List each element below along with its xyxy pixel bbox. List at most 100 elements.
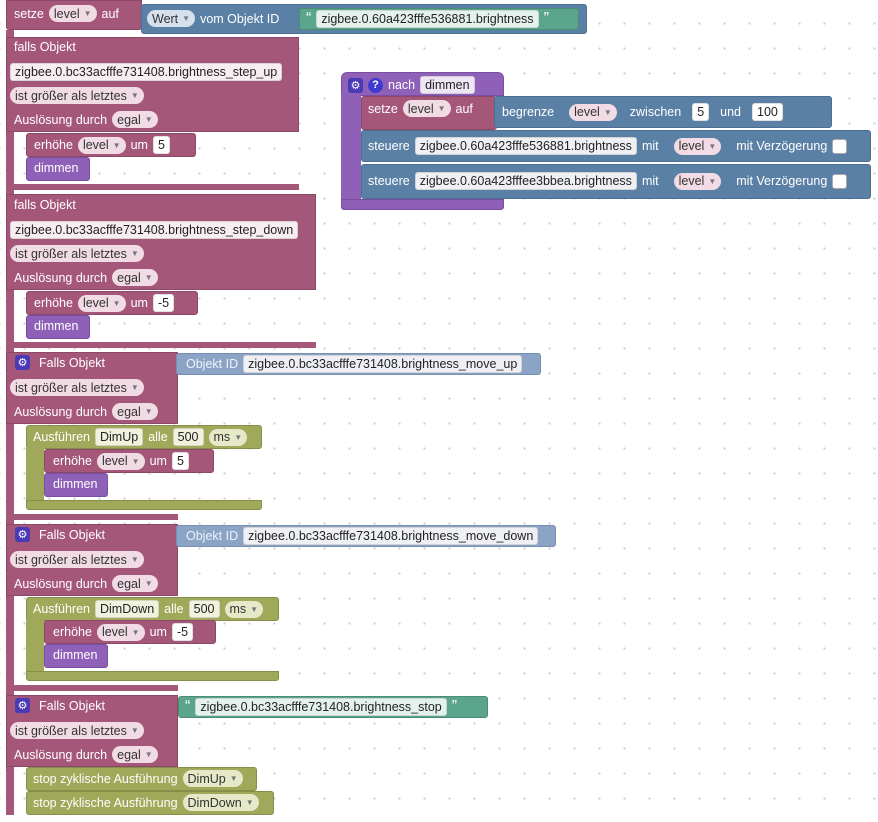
ausloesung-label: Auslösung durch bbox=[14, 576, 108, 591]
interval-rail bbox=[26, 620, 44, 675]
chevron-down-icon: ▼ bbox=[437, 104, 446, 113]
mit-label: mit bbox=[641, 139, 659, 153]
condition-dropdown[interactable]: ist größer als letztes ▼ bbox=[10, 87, 144, 104]
timer-dropdown[interactable]: DimUp ▼ bbox=[182, 770, 243, 787]
object-id-field[interactable]: zigbee.0.bc33acfffe731408.brightness_mov… bbox=[243, 355, 523, 373]
call-label: dimmen bbox=[34, 161, 79, 175]
falls-objekt-label: Falls Objekt bbox=[39, 698, 105, 713]
object-id-field[interactable]: zigbee.0.60a423fffe536881.brightness bbox=[414, 137, 637, 155]
trigger-source-dropdown[interactable]: egal ▼ bbox=[112, 269, 158, 286]
objekt-id-label: Objekt ID bbox=[186, 529, 239, 543]
value-variable-dropdown[interactable]: level ▼ bbox=[673, 172, 722, 190]
chevron-down-icon: ▼ bbox=[131, 456, 140, 466]
chevron-down-icon: ▼ bbox=[130, 383, 139, 392]
variable-dropdown[interactable]: level ▼ bbox=[48, 5, 97, 22]
timer-name-field[interactable]: DimUp bbox=[94, 428, 144, 446]
variable-dropdown[interactable]: level ▼ bbox=[77, 136, 126, 154]
delay-checkbox[interactable] bbox=[832, 138, 848, 154]
min-number-field[interactable]: 5 bbox=[692, 103, 710, 121]
object-id-field[interactable]: zigbee.0.60a423fffee3bbea.brightness bbox=[414, 172, 637, 190]
chevron-down-icon: ▼ bbox=[112, 298, 121, 308]
interval-bottom bbox=[26, 500, 262, 510]
delay-checkbox[interactable] bbox=[832, 173, 848, 189]
um-label: um bbox=[130, 296, 148, 310]
stop-label: stop zyklische Ausführung bbox=[33, 795, 178, 810]
number-field[interactable]: -5 bbox=[171, 623, 194, 641]
trigger-source-dropdown[interactable]: egal ▼ bbox=[112, 746, 158, 763]
gear-icon[interactable]: ⚙ bbox=[15, 355, 30, 370]
trigger-source-dropdown[interactable]: egal ▼ bbox=[112, 575, 158, 592]
object-id-field[interactable]: zigbee.0.60a423fffe536881.brightness bbox=[316, 10, 539, 28]
timer-dropdown[interactable]: DimDown ▼ bbox=[182, 794, 259, 811]
object-id-field[interactable]: zigbee.0.bc33acfffe731408.brightness_sto… bbox=[195, 698, 447, 716]
begrenze-label: begrenze bbox=[502, 105, 555, 119]
chevron-down-icon: ▼ bbox=[130, 726, 139, 735]
call-label: dimmen bbox=[34, 319, 79, 333]
gear-icon[interactable]: ⚙ bbox=[15, 698, 30, 713]
quote-close-icon: ” bbox=[451, 698, 458, 715]
number-field[interactable]: 5 bbox=[171, 452, 189, 470]
erhoehe-label: erhöhe bbox=[34, 296, 73, 310]
max-number-field[interactable]: 100 bbox=[752, 103, 783, 121]
gear-icon[interactable]: ⚙ bbox=[15, 527, 30, 542]
object-id-field[interactable]: zigbee.0.bc33acfffe731408.brightness_ste… bbox=[10, 63, 283, 81]
chevron-down-icon: ▼ bbox=[112, 140, 121, 150]
variable-dropdown[interactable]: level ▼ bbox=[96, 623, 145, 641]
call-label: dimmen bbox=[53, 477, 98, 491]
chevron-down-icon: ▼ bbox=[708, 141, 717, 151]
chevron-down-icon: ▼ bbox=[130, 555, 139, 564]
help-icon[interactable]: ? bbox=[368, 77, 383, 93]
um-label: um bbox=[130, 138, 148, 152]
trigger-source-dropdown[interactable]: egal ▼ bbox=[112, 111, 158, 128]
chevron-down-icon: ▼ bbox=[182, 14, 191, 23]
object-id-field[interactable]: zigbee.0.bc33acfffe731408.brightness_ste… bbox=[10, 221, 299, 239]
procedure-rail bbox=[341, 94, 361, 206]
quote-open-icon: “ bbox=[306, 10, 312, 27]
chevron-down-icon: ▼ bbox=[229, 774, 238, 783]
um-label: um bbox=[149, 625, 167, 639]
ausloesung-label: Auslösung durch bbox=[14, 747, 108, 762]
condition-dropdown[interactable]: ist größer als letztes ▼ bbox=[10, 551, 144, 568]
block-bottom bbox=[6, 514, 178, 520]
interval-field[interactable]: 500 bbox=[172, 428, 204, 446]
falls-objekt-label: falls Objekt bbox=[14, 40, 76, 54]
value-variable-dropdown[interactable]: level ▼ bbox=[673, 137, 722, 155]
trigger-source-dropdown[interactable]: egal ▼ bbox=[112, 403, 158, 420]
delay-label: mit Verzögerung bbox=[736, 139, 828, 153]
und-label: und bbox=[720, 105, 741, 119]
falls-objekt-label: Falls Objekt bbox=[39, 527, 105, 542]
unit-dropdown[interactable]: ms ▼ bbox=[224, 600, 264, 618]
quote-close-icon: ” bbox=[543, 10, 549, 27]
ausfuehren-label: Ausführen bbox=[33, 430, 90, 444]
call-label: dimmen bbox=[53, 648, 98, 662]
chevron-down-icon: ▼ bbox=[603, 107, 612, 117]
condition-dropdown[interactable]: ist größer als letztes ▼ bbox=[10, 245, 144, 262]
variable-dropdown[interactable]: level ▼ bbox=[402, 100, 451, 117]
erhoehe-label: erhöhe bbox=[34, 138, 73, 152]
procedure-bottom bbox=[341, 199, 504, 210]
variable-dropdown[interactable]: level ▼ bbox=[96, 452, 145, 470]
falls-objekt-label: Falls Objekt bbox=[39, 355, 105, 370]
zwischen-label: zwischen bbox=[629, 105, 682, 119]
stop-label: stop zyklische Ausführung bbox=[33, 771, 178, 786]
condition-dropdown[interactable]: ist größer als letztes ▼ bbox=[10, 379, 144, 396]
chevron-down-icon: ▼ bbox=[83, 9, 92, 18]
variable-dropdown[interactable]: level ▼ bbox=[77, 294, 126, 312]
condition-dropdown[interactable]: ist größer als letztes ▼ bbox=[10, 722, 144, 739]
variable-dropdown[interactable]: level ▼ bbox=[569, 103, 617, 121]
chevron-down-icon: ▼ bbox=[708, 176, 717, 186]
nach-label: nach bbox=[388, 78, 416, 92]
interval-bottom bbox=[26, 671, 279, 681]
gear-icon[interactable]: ⚙ bbox=[348, 77, 363, 93]
timer-name-field[interactable]: DimDown bbox=[94, 600, 160, 618]
interval-field[interactable]: 500 bbox=[188, 600, 220, 618]
falls-objekt-label: falls Objekt bbox=[14, 198, 76, 212]
chevron-down-icon: ▼ bbox=[130, 91, 139, 100]
object-id-field[interactable]: zigbee.0.bc33acfffe731408.brightness_mov… bbox=[243, 527, 539, 545]
number-field[interactable]: 5 bbox=[152, 136, 170, 154]
number-field[interactable]: -5 bbox=[152, 294, 175, 312]
procedure-name-field[interactable]: dimmen bbox=[420, 76, 475, 94]
value-type-dropdown[interactable]: Wert ▼ bbox=[147, 10, 196, 27]
unit-dropdown[interactable]: ms ▼ bbox=[208, 428, 248, 446]
interval-rail bbox=[26, 448, 44, 503]
